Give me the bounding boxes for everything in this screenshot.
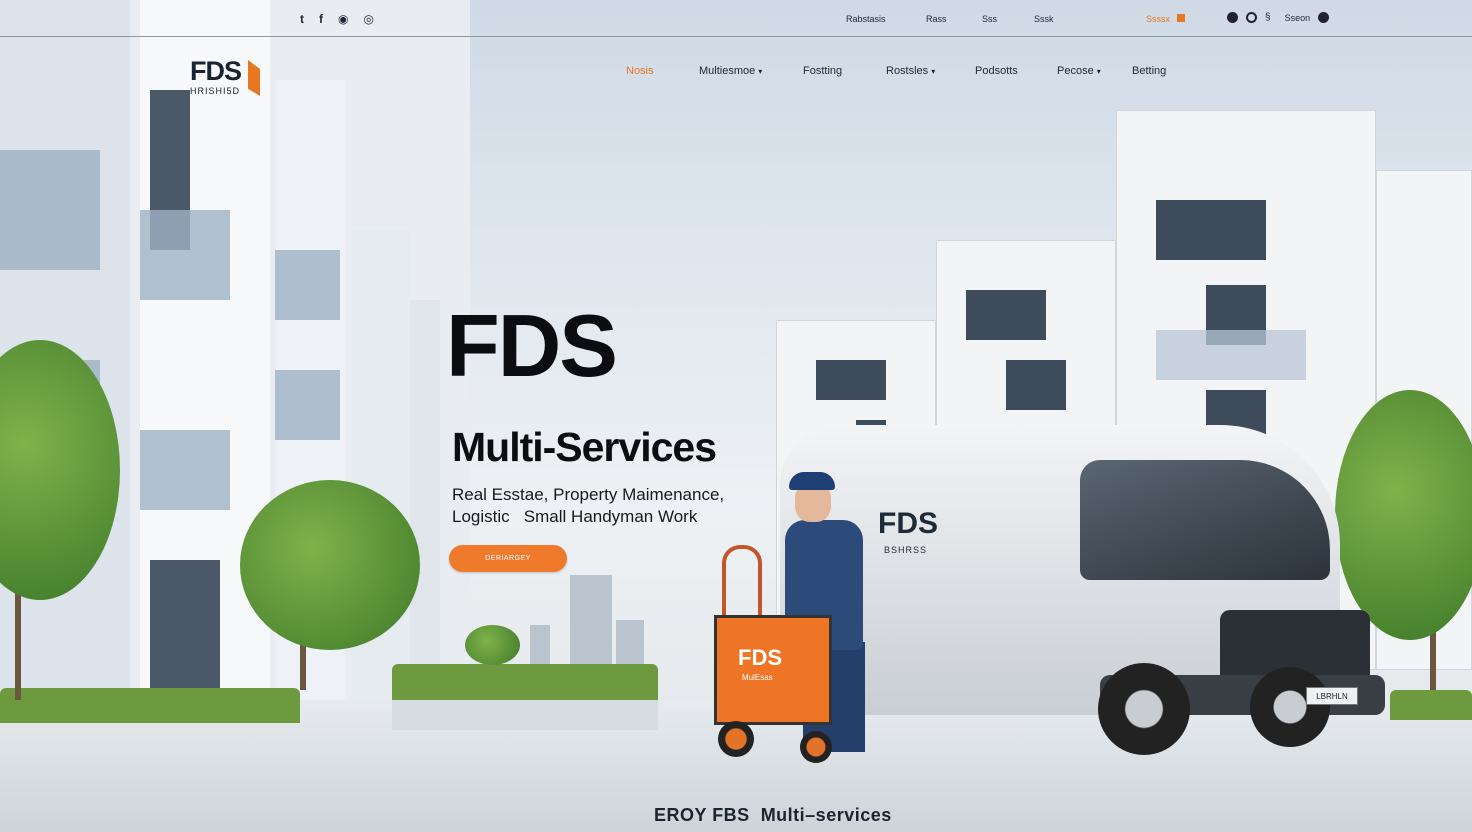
hero-description: Real Esstae, Property Maimenance, Logist… [452, 484, 772, 528]
social-links: t f ◉ ◎ [300, 12, 374, 26]
menu-icon[interactable] [1318, 12, 1330, 23]
van-brand-text: FDS [878, 507, 938, 540]
hedge [392, 664, 658, 700]
hero-illustration: FDS BSHRSS LBRHLN FDS MulEsas [0, 0, 1472, 832]
van-license-plate: LBRHLN [1306, 687, 1358, 705]
user-icon[interactable] [1177, 14, 1185, 22]
nav-item-pecose[interactable]: Pecose ▾ [1057, 65, 1101, 77]
skyline-tower [530, 625, 550, 665]
header-action-icons: § Sseon [1227, 12, 1330, 23]
hero-description-line: Real Esstae, Property Maimenance, [452, 485, 725, 504]
nav-item-maintenance[interactable]: Multiesmoe ▾ [699, 65, 762, 77]
instagram-icon[interactable]: ◉ [338, 12, 348, 26]
hero-subtitle: Multi-Services [452, 424, 717, 470]
logo-mark: FDS [190, 56, 242, 86]
globe-icon[interactable] [1246, 12, 1257, 23]
nav-item-label: Pecose [1057, 65, 1094, 77]
nav-item-label: Rostsles [886, 65, 929, 77]
youtube-icon[interactable]: ◎ [363, 12, 373, 26]
skyline-tower [616, 620, 644, 665]
nav-item-podsotts[interactable]: Podsotts [975, 65, 1018, 77]
hero-title: FDS [446, 296, 618, 395]
phone-icon[interactable] [1227, 12, 1238, 23]
van-windshield [1080, 460, 1330, 580]
utility-link[interactable]: Rabstasis [846, 14, 926, 24]
tree [240, 480, 420, 650]
hero-description-line: Logistic Small Handyman Work [452, 507, 698, 526]
twitter-icon[interactable]: t [300, 12, 304, 26]
utility-link[interactable]: Rass [926, 14, 982, 24]
van-brand-subtext: BSHRSS [884, 545, 928, 555]
cart-brand-text: FDS [738, 645, 782, 670]
location-icon[interactable]: § [1265, 12, 1271, 23]
utility-links: Rabstasis Rass Sss Sssk [846, 14, 1094, 24]
chevron-down-icon: ▾ [1096, 67, 1101, 76]
nav-item-rostsles[interactable]: Rostsles ▾ [886, 65, 935, 77]
facebook-icon[interactable]: f [319, 12, 323, 26]
hedge [1390, 690, 1472, 720]
nav-item-betting[interactable]: Betting [1132, 65, 1166, 77]
hedge [0, 688, 300, 723]
cart-subtext: MulEsas [742, 673, 773, 682]
chevron-down-icon: ▾ [931, 67, 936, 76]
signin-link[interactable]: Ssssx [1146, 14, 1170, 24]
utility-link[interactable]: Sss [982, 14, 1034, 24]
planter [392, 695, 658, 730]
nav-item-label: Multiesmoe [699, 65, 756, 77]
utility-link[interactable]: Sssk [1034, 14, 1094, 24]
van-wheel [1098, 663, 1190, 755]
site-logo[interactable]: FDS HRISHI5D [190, 56, 260, 96]
top-utility-bar: t f ◉ ◎ Rabstasis Rass Sss Sssk Ssssx § … [0, 0, 1472, 37]
cta-button[interactable]: DERIARGEY [449, 545, 567, 572]
skyline-tower [570, 575, 612, 665]
language-label[interactable]: Sseon [1285, 13, 1311, 23]
footer-tagline: EROY FBS Multi–services [654, 805, 892, 825]
chevron-down-icon: ▾ [758, 67, 763, 76]
tool-cart-image: FDS MulEsas [714, 545, 838, 770]
nav-item-home[interactable]: Nosis [626, 65, 654, 77]
tree [465, 625, 520, 665]
logo-tagline: HRISHI5D [190, 86, 241, 96]
nav-item-fostting[interactable]: Fostting [803, 65, 842, 77]
van-wheel [1250, 667, 1330, 747]
